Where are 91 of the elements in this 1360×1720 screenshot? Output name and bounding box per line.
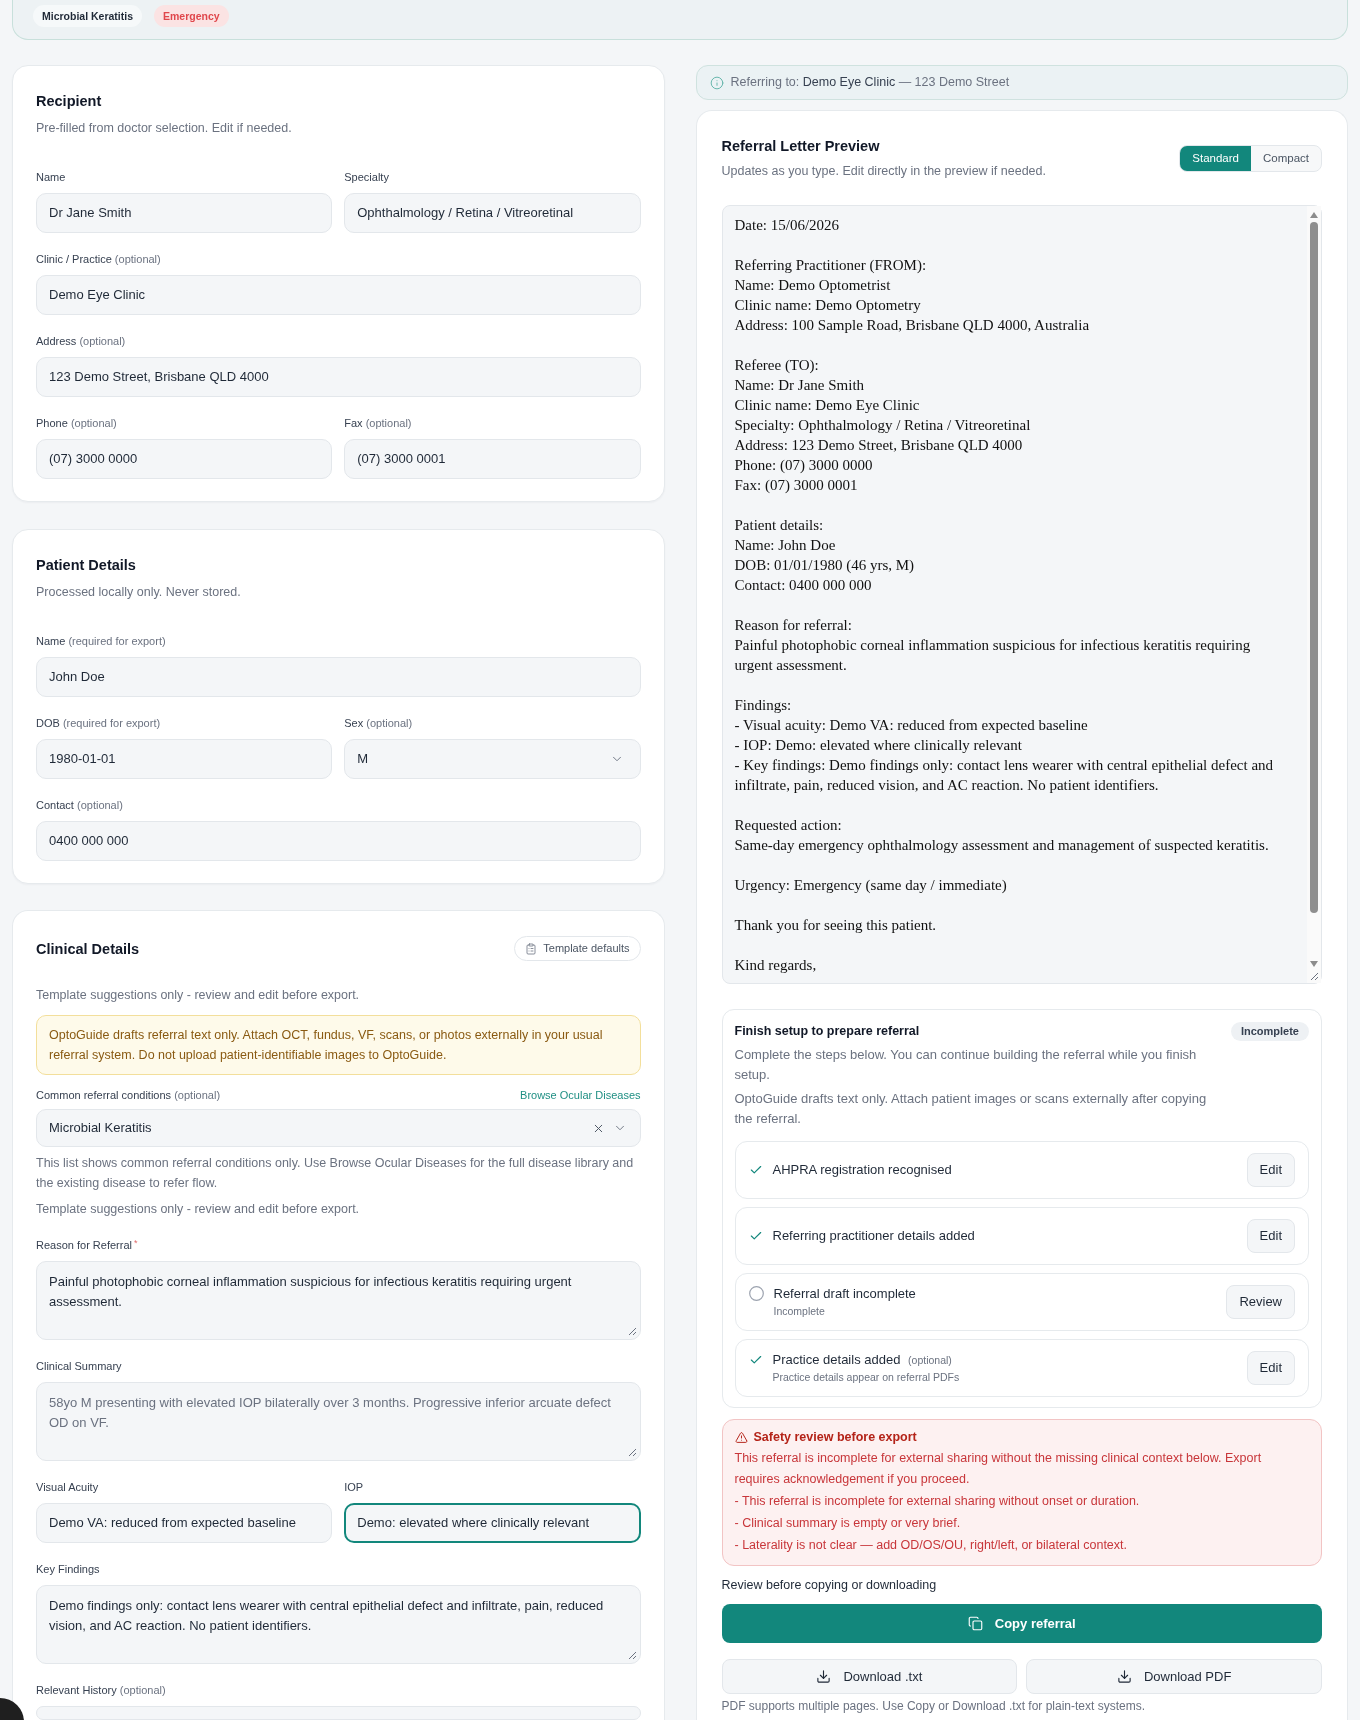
disclaimer-note: OptoGuide drafts referral text only. Attach OCT, fundus, VF, scans, or photos externally in your usual referral system. Do not upload patient-identifiable images to OptoGuide. [36,1015,641,1075]
copy-icon [967,1616,983,1631]
referral-target-text: Referring to: Demo Eye Clinic — 123 Demo Street [730,74,1010,92]
field-label: DOB (required for export) [36,716,161,731]
text-input[interactable]: Demo Eye Clinic [36,275,641,315]
download-button[interactable]: Download PDF [1026,1659,1322,1694]
field-label: Common referral conditions (optional) [36,1088,221,1103]
step-detail: Practice details appear on referral PDFs [772,1370,960,1385]
text-input[interactable]: Demo: elevated where clinically relevant [344,1503,641,1543]
field-label: Name (required for export) [36,634,166,649]
field-label: Clinical Summary [36,1359,122,1374]
text-input[interactable]: 1980-01-01 [36,739,333,779]
field-label: IOP [344,1480,364,1495]
template-hint: Template suggestions only - review and edit before export. [36,1201,360,1218]
step-action-button[interactable]: Edit [1246,1351,1295,1385]
section-title: Patient Details [36,556,136,575]
section-title: Referral Letter Preview [721,137,880,156]
text-area[interactable]: Demo findings only: contact lens wearer with central epithelial defect and infiltrate, pain, reduced vision, and AC reaction. No patient identifiers. [36,1585,641,1664]
section-subtitle: Processed locally only. Never stored. [36,584,241,601]
section-subtitle: Pre-filled from doctor selection. Edit if needed. [36,120,292,137]
floating-button-icon[interactable] [0,1698,26,1720]
setup-title: Finish setup to prepare referral [734,1023,920,1040]
browse-link[interactable]: Browse Ocular Diseases [520,1087,641,1103]
field-label: Name [36,170,66,185]
help-text: This list shows common referral conditions only. Use Browse Ocular Diseases for the full disease library and the existing disease to refer flow. [36,1155,635,1192]
text-area[interactable]: Painful photophobic corneal inflammation suspicious for infectious keratitis requiring urgent assessment. [36,1261,641,1340]
text-input[interactable]: (07) 3000 0000 [36,439,333,479]
view-mode-tab[interactable]: Compact [1250,146,1321,171]
field-label: Relevant History (optional) [36,1683,166,1698]
field-label: Address (optional) [36,334,126,349]
text-input[interactable]: John Doe [36,657,641,697]
warning-item: - Clinical summary is empty or very brief. [734,1515,961,1532]
resize-handle-icon[interactable] [627,1327,636,1335]
text-input[interactable]: 123 Demo Street, Brisbane QLD 4000 [36,357,641,397]
step-action-button[interactable]: Edit [1246,1153,1295,1187]
field-label: Reason for Referral * [36,1237,138,1253]
download-icon [1116,1669,1132,1684]
field-label: Clinic / Practice (optional) [36,252,161,267]
field-label: Key Findings [36,1562,100,1577]
letter-preview-field[interactable]: Date: 15/06/2026 Referring Practitioner (FROM): Name: Demo Optometrist Clinic name: Demo Optometry Address: 100 Sample Road, Brisbane QLD 4000, Australia Referee (TO): Name: Dr Jane Smith Clinic name: Demo Eye Clinic Specialty: Ophthalmology / Retina / Vitreoretinal Address: 123 Demo Street, Brisbane QLD 4000 Phone: (07) 3000 0000 Fax: (07) 3000 0001 Patient details: Name: John Doe DOB: 01/01/1980 (46 yrs, M) Contact: 0400 000 000 Reason for referral: Painful photophobic corneal inflammation suspicious for infectious keratitis requiring urgent assessment. Findings: - Visual acuity: Demo VA: reduced from expected baseline - IOP: Demo: elevated where clinically relevant - Key findings: Demo findings only: contact lens wearer with central epithelial defect and infiltrate, pain, reduced vision, and AC reaction. No patient identifiers. Requested action: Same-day emergency ophthalmology assessment and management of suspected keratitis. Urgency: Emergency (same day / immediate) Thank you for seeing this patient. Kind regards, [721,205,1322,984]
export-prompt: Review before copying or downloading [721,1577,937,1593]
warning-icon [734,1430,748,1444]
select-field[interactable]: M [344,739,641,779]
view-mode-tab[interactable]: Standard [1180,146,1251,171]
download-icon [816,1669,832,1684]
text-area[interactable]: 58yo M presenting with elevated IOP bilaterally over 3 months. Progressive inferior arcuate defect OD on VF. [36,1382,641,1461]
field-label: Phone (optional) [36,416,117,431]
footnote-text: PDF supports multiple pages. Use Copy or Download .txt for plain-text systems. [721,1699,1145,1713]
step-title: Referral draft incomplete [773,1285,916,1303]
copy-referral-button[interactable]: Copy referral [721,1604,1322,1643]
field-label: Contact (optional) [36,798,123,813]
resize-handle-icon[interactable] [627,1448,636,1456]
step-action-button[interactable]: Edit [1246,1219,1295,1253]
clipboard-icon [525,942,538,955]
text-input[interactable]: Demo VA: reduced from expected baseline [36,1503,333,1543]
resize-handle-icon[interactable] [1310,972,1318,980]
step-detail: Incomplete [773,1304,825,1319]
section-subtitle: Updates as you type. Edit directly in the preview if needed. [721,163,1046,180]
section-subtitle: Template suggestions only - review and edit before export. [36,987,360,1004]
section-title: Clinical Details [36,939,140,959]
setup-description: OptoGuide drafts text only. Attach patient images or scans externally after copying the referral. [734,1090,1208,1128]
condition-select[interactable]: Microbial Keratitis [36,1109,641,1147]
warning-item: - Laterality is not clear — add OD/OS/OU, right/left, or bilateral context. [734,1537,1128,1554]
field-label: Fax (optional) [344,416,412,431]
text-input[interactable]: 0400 000 000 [36,821,641,861]
text-input[interactable] [36,1706,641,1720]
text-input[interactable]: (07) 3000 0001 [344,439,641,479]
download-button[interactable]: Download .txt [721,1659,1018,1694]
text-input[interactable]: Ophthalmology / Retina / Vitreoretinal [344,193,641,233]
info-icon [709,75,724,90]
condition-tag: Microbial Keratitis [33,5,143,27]
warning-title: Safety review before export [753,1429,917,1446]
field-label: Specialty [344,170,389,185]
step-title: Referring practitioner details added [772,1227,975,1245]
section-title: Recipient [36,92,102,111]
warning-item: - This referral is incomplete for external sharing without onset or duration. [734,1493,1140,1510]
scrollbar-thumb[interactable] [1310,222,1318,913]
step-title: AHPRA registration recognised [772,1161,952,1179]
template-defaults-button[interactable]: Template defaults [514,936,641,961]
resize-handle-icon[interactable] [627,1651,636,1659]
step-action-button[interactable]: Review [1226,1285,1295,1319]
scroll-up-arrow-icon[interactable] [1310,212,1318,218]
status-badge: Incomplete [1230,1022,1309,1041]
field-label: Visual Acuity [36,1480,99,1495]
urgency-tag: Emergency [154,5,229,27]
setup-description: Complete the steps below. You can continue building the referral while you finish setup. [734,1046,1198,1084]
text-input[interactable]: Dr Jane Smith [36,193,333,233]
warning-text: This referral is incomplete for external sharing without the missing clinical context below. Export requires acknowledgement if you proceed. [734,1450,1263,1488]
step-title: Practice details added (optional) [772,1351,952,1369]
scroll-down-arrow-icon[interactable] [1310,961,1318,967]
field-label: Sex (optional) [344,716,413,731]
